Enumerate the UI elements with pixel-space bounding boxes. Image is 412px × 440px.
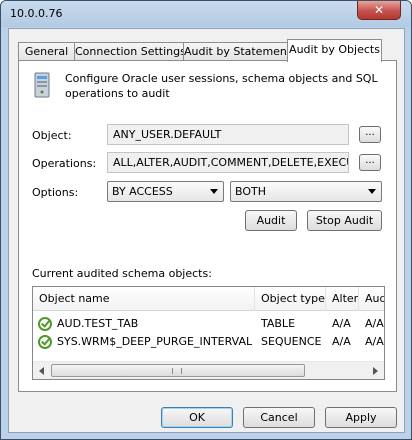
column-header-object-type[interactable]: Object type [255,287,326,311]
object-field[interactable]: ANY_USER.DEFAULT [107,124,349,145]
audit-by-objects-panel: Configure Oracle user sessions, schema o… [18,60,397,392]
server-icon [34,72,50,98]
scrollbar-thumb[interactable] [51,364,305,377]
grip-icon [172,368,182,374]
window-title: 10.0.0.76 [10,7,63,20]
audit-when-value: BOTH [235,185,267,198]
tab-general[interactable]: General [18,42,75,61]
audit-cell: A/A [365,317,384,330]
operations-field[interactable]: ALL,ALTER,AUDIT,COMMENT,DELETE,EXECUT [107,152,349,173]
table-row[interactable]: AUD.TEST_TAB TABLE A/A A/A [33,315,384,334]
alter-cell: A/A [332,317,351,330]
tab-strip: General Connection Settings Audit by Sta… [18,39,398,62]
audit-by-select[interactable]: BY ACCESS [107,181,224,202]
apply-button[interactable]: Apply [325,407,397,428]
cancel-button[interactable]: Cancel [243,407,315,428]
object-browse-button[interactable]: ... [359,126,381,143]
chevron-down-icon [368,189,376,194]
tab-audit-by-statements[interactable]: Audit by Statements [183,42,297,61]
scroll-right-icon[interactable] [373,367,378,375]
column-header-object-name[interactable]: Object name [33,287,255,311]
object-name-cell: AUD.TEST_TAB [57,317,139,330]
column-header-alter[interactable]: Alter [326,287,359,311]
audit-button[interactable]: Audit [245,210,297,231]
audit-by-value: BY ACCESS [112,185,173,198]
table-row[interactable]: SYS.WRM$_DEEP_PURGE_INTERVAL SEQUENCE A/… [33,333,384,352]
list-header: Object name Object type Alter Aud [33,287,384,311]
object-name-cell: SYS.WRM$_DEEP_PURGE_INTERVAL [57,335,253,348]
chevron-down-icon [210,189,218,194]
tab-connection-settings[interactable]: Connection Settings [74,42,186,61]
alter-cell: A/A [332,335,351,348]
object-type-cell: SEQUENCE [261,335,322,348]
check-circle-icon [38,317,52,331]
panel-description: Configure Oracle user sessions, schema o… [65,72,378,100]
horizontal-scrollbar[interactable] [33,361,384,379]
dialog-client-area: General Connection Settings Audit by Sta… [8,28,405,433]
stop-audit-button[interactable]: Stop Audit [307,210,382,231]
options-label: Options: [32,186,79,199]
check-circle-icon [38,335,52,349]
operations-label: Operations: [32,157,97,170]
operations-browse-button[interactable]: ... [359,154,381,171]
audited-objects-list[interactable]: Object name Object type Alter Aud AUD.TE… [32,286,385,380]
ok-button[interactable]: OK [161,407,233,428]
close-icon: ✕ [373,3,385,17]
audit-when-select[interactable]: BOTH [230,181,382,202]
scroll-left-icon[interactable] [39,367,44,375]
tab-audit-by-objects[interactable]: Audit by Objects [287,39,382,62]
audit-cell: A/A [365,335,384,348]
column-header-audit[interactable]: Aud [359,287,384,311]
audited-objects-label: Current audited schema objects: [32,267,212,280]
object-type-cell: TABLE [261,317,296,330]
object-label: Object: [32,129,72,142]
close-button[interactable]: ✕ [357,1,401,20]
dialog-window: 10.0.0.76 ✕ General Connection Settings … [0,0,412,440]
title-bar[interactable]: 10.0.0.76 ✕ [1,1,411,27]
